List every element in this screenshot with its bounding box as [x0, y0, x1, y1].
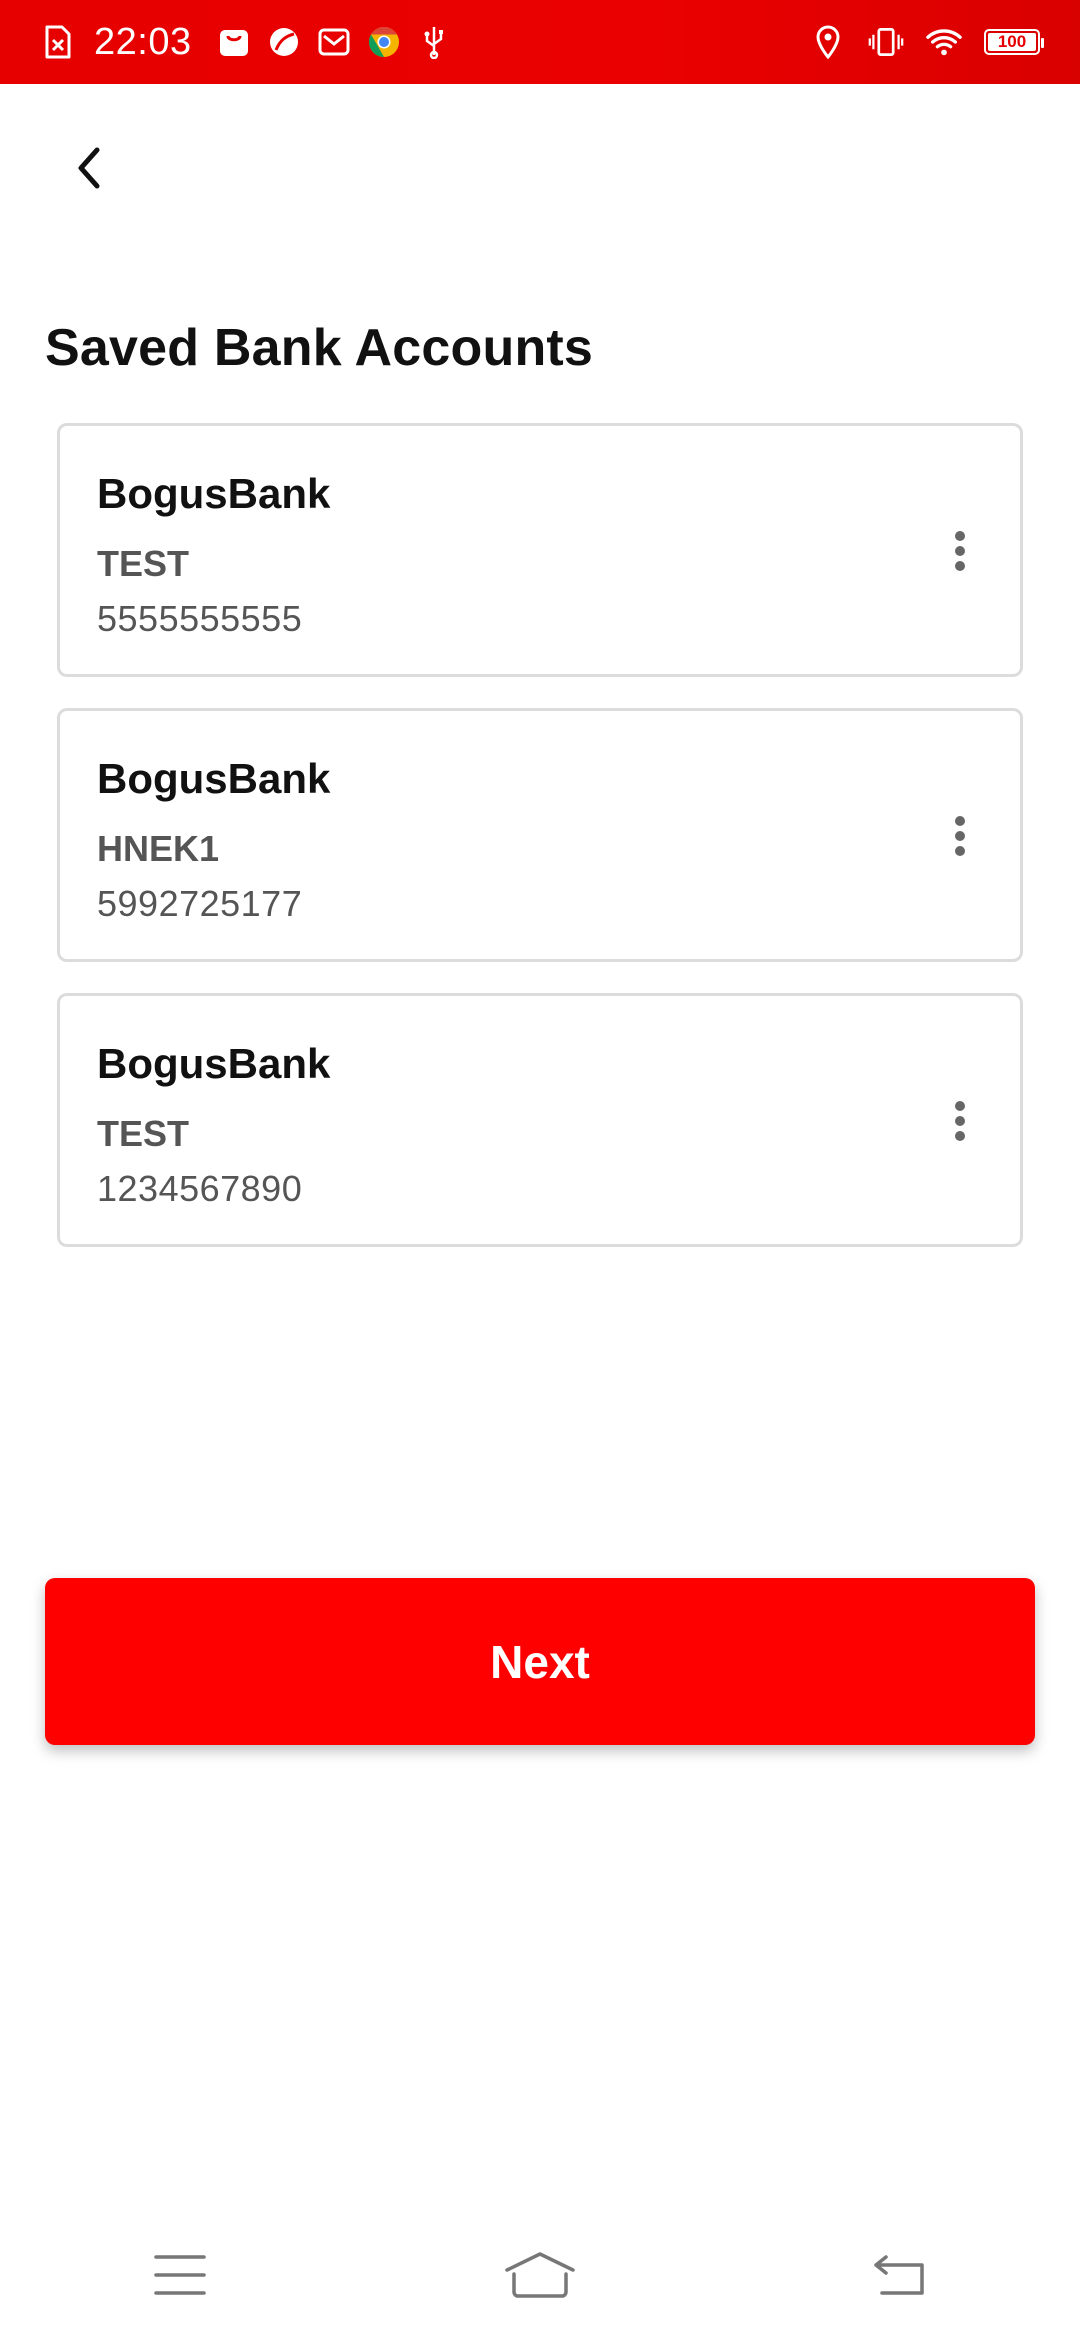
account-number: 5992725177 [97, 883, 303, 924]
account-holder-name: HNEK1 [97, 828, 220, 869]
back-icon[interactable] [855, 2240, 945, 2310]
account-bank-name: BogusBank [97, 1040, 331, 1087]
account-holder-name: TEST [97, 1113, 190, 1154]
account-card[interactable]: BogusBank TEST 1234567890 [57, 993, 1023, 1247]
battery-level: 100 [997, 32, 1027, 51]
leaf-icon [266, 24, 302, 60]
sim-error-icon [40, 24, 76, 60]
next-button[interactable]: Next [45, 1578, 1035, 1745]
account-number: 1234567890 [97, 1168, 303, 1209]
wifi-icon [926, 24, 962, 60]
mail-icon [316, 24, 352, 60]
location-icon [810, 24, 846, 60]
chevron-left-icon [78, 147, 100, 189]
back-button[interactable] [60, 138, 120, 198]
account-holder-name: TEST [97, 543, 190, 584]
menu-icon[interactable] [135, 2240, 225, 2310]
usb-icon [416, 24, 452, 60]
page-title: Saved Bank Accounts [45, 319, 594, 377]
status-bar: 22:03 100 [0, 0, 1080, 84]
battery-icon: 100 [984, 29, 1044, 55]
account-bank-name: BogusBank [97, 755, 331, 802]
account-bank-name: BogusBank [97, 470, 331, 517]
status-bar-right: 100 [810, 24, 1044, 60]
vibrate-icon [868, 24, 904, 60]
home-icon[interactable] [495, 2240, 585, 2310]
more-vertical-icon[interactable] [940, 1091, 980, 1151]
system-nav-bar [0, 2230, 1080, 2320]
status-time: 22:03 [94, 20, 192, 63]
more-vertical-icon[interactable] [940, 521, 980, 581]
shopping-bag-icon [216, 24, 252, 60]
account-card[interactable]: BogusBank HNEK1 5992725177 [57, 708, 1023, 962]
status-bar-left: 22:03 [40, 21, 452, 64]
more-vertical-icon[interactable] [940, 806, 980, 866]
account-number: 5555555555 [97, 598, 303, 639]
chrome-icon [366, 24, 402, 60]
account-card[interactable]: BogusBank TEST 5555555555 [57, 423, 1023, 677]
saved-accounts-list: BogusBank TEST 5555555555 BogusBank HNEK… [57, 423, 1023, 1278]
